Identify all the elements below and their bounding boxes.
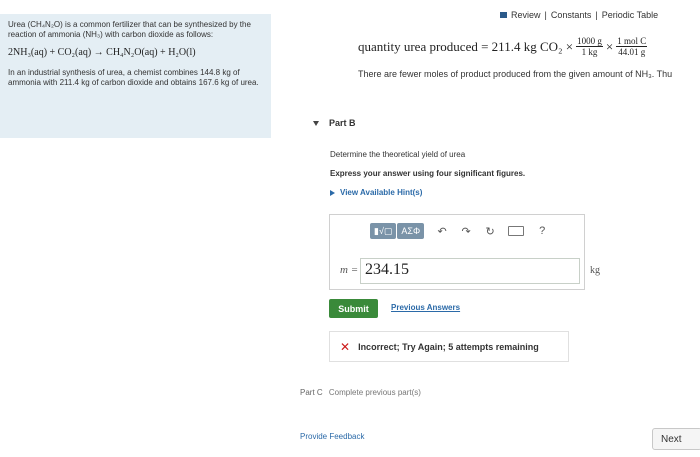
part-c-title: Part C: [300, 388, 323, 397]
variable-label: m =: [340, 264, 359, 276]
math-toolbar: ▮√▢ ΑΣΦ ↶ ↷ ↻ ?: [370, 223, 548, 239]
reaction-equation: 2NH₃(aq) + CO₂(aq) → CH₄N₂O(aq) + H₂O(l): [8, 47, 196, 58]
part-c-status: Complete previous part(s): [328, 388, 421, 397]
part-b-instruction: Express your answer using four significa…: [330, 169, 526, 178]
keyboard-icon[interactable]: [508, 226, 525, 236]
previous-answers-link[interactable]: Previous Answers: [391, 303, 460, 312]
hints-label: View Available Hint(s): [340, 188, 423, 197]
problem-panel: Urea (CH₄N₂O) is a common fertilizer tha…: [0, 14, 271, 138]
periodic-table-link[interactable]: Periodic Table: [602, 10, 658, 20]
templates-button[interactable]: ▮√▢: [370, 223, 397, 239]
part-b-title: Part B: [329, 118, 356, 128]
math-button-group: ▮√▢ ΑΣΦ: [370, 223, 425, 239]
review-link[interactable]: Review: [511, 10, 541, 20]
answer-input[interactable]: 234.15: [360, 258, 580, 284]
part-a-note: There are fewer moles of product produce…: [358, 69, 673, 79]
fraction-g-per-kg: 1000 g 1 kg: [576, 36, 603, 57]
part-b-question: Determine the theoretical yield of urea: [330, 150, 466, 159]
expand-triangle-icon: [330, 189, 335, 196]
times-sign: ×: [605, 38, 614, 54]
separator: |: [595, 10, 598, 20]
fraction-mol-per-g: 1 mol C 44.01 g: [616, 36, 648, 57]
review-icon: [500, 12, 507, 18]
part-c-row: Part C Complete previous part(s): [300, 388, 421, 397]
submit-button[interactable]: Submit: [329, 299, 378, 318]
next-button[interactable]: Next: [652, 428, 700, 450]
help-icon[interactable]: ?: [536, 225, 548, 237]
feedback-message: ✕ Incorrect; Try Again; 5 attempts remai…: [329, 331, 569, 362]
constants-link[interactable]: Constants: [551, 10, 592, 20]
redo-icon[interactable]: ↷: [460, 225, 472, 238]
problem-synthesis: In an industrial synthesis of urea, a ch…: [8, 68, 259, 87]
symbols-button[interactable]: ΑΣΦ: [397, 223, 425, 239]
feedback-text: Incorrect; Try Again; 5 attempts remaini…: [358, 341, 539, 352]
top-links: Review | Constants | Periodic Table: [500, 10, 658, 20]
view-hints-link[interactable]: View Available Hint(s): [330, 188, 422, 197]
unit-label: kg: [590, 265, 600, 276]
part-a-calculation: quantity urea produced = 211.4 kg CO₂ × …: [358, 36, 650, 57]
collapse-triangle-icon[interactable]: [313, 120, 319, 126]
reset-icon[interactable]: ↻: [484, 225, 496, 238]
provide-feedback-link[interactable]: Provide Feedback: [300, 432, 364, 441]
calc-prefix: quantity urea produced = 211.4 kg CO₂ ×: [358, 38, 574, 54]
undo-icon[interactable]: ↶: [436, 225, 448, 238]
separator: |: [544, 10, 547, 20]
incorrect-x-icon: ✕: [340, 339, 351, 354]
problem-intro: Urea (CH₄N₂O) is a common fertilizer tha…: [8, 20, 251, 39]
part-b-header[interactable]: Part B: [313, 118, 356, 128]
answer-area: ▮√▢ ΑΣΦ ↶ ↷ ↻ ? m = 234.15: [329, 214, 585, 290]
